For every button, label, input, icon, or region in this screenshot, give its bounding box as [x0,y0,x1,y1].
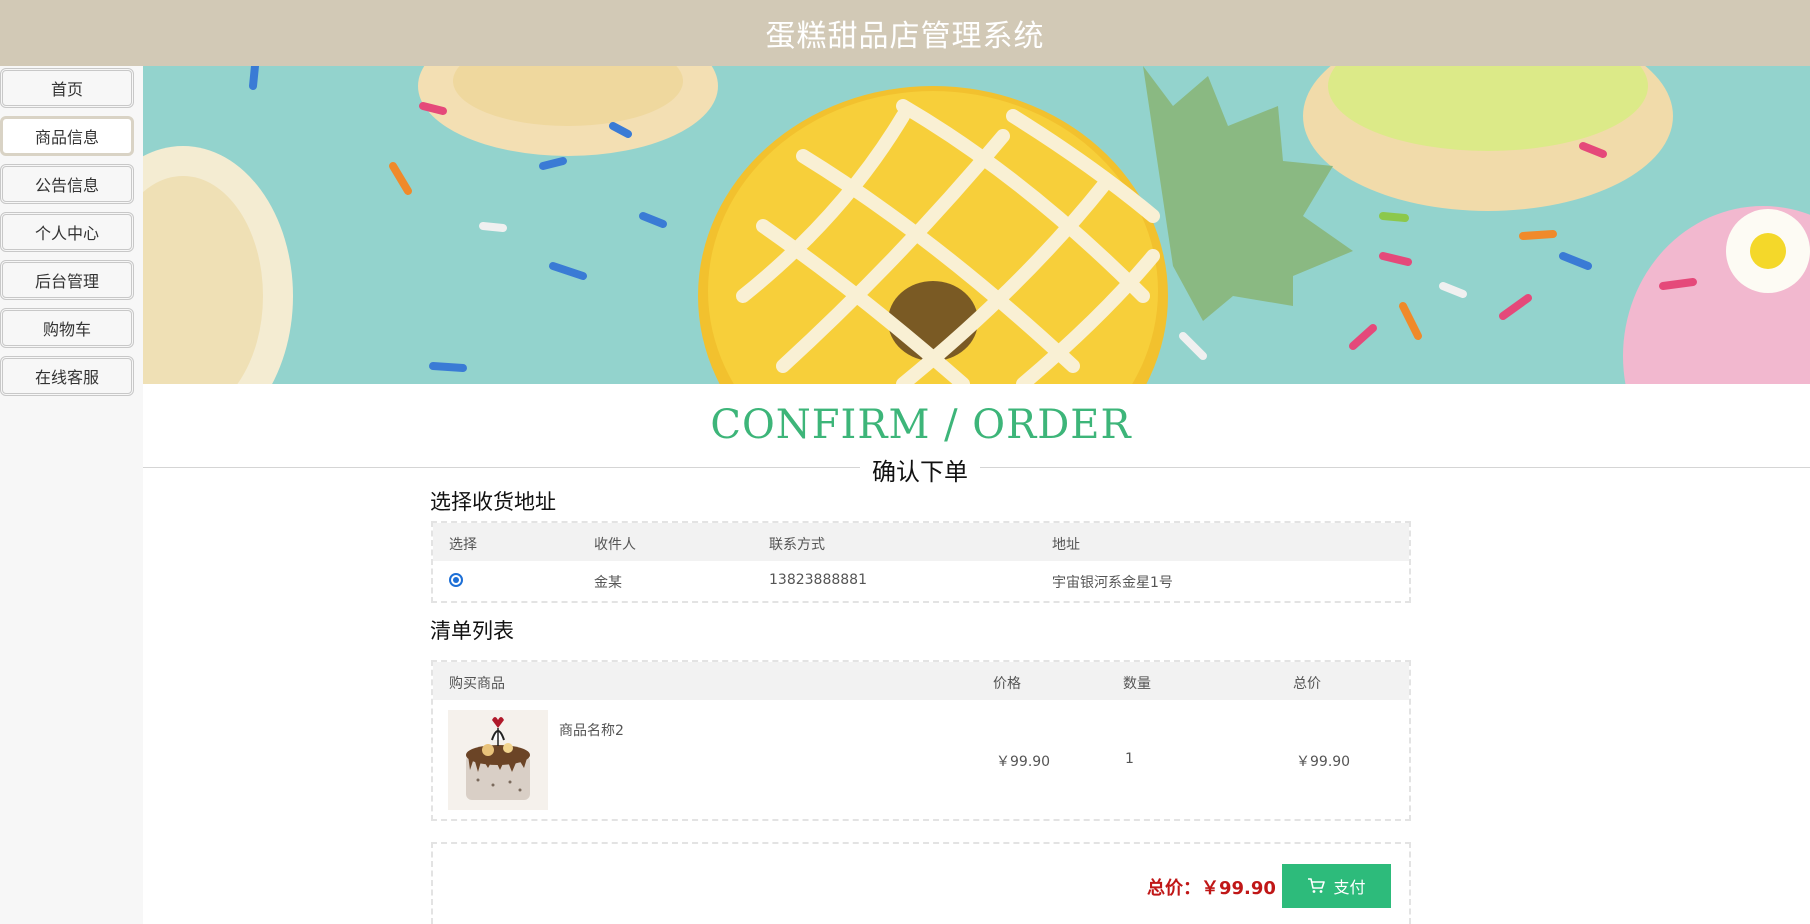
order-summary: 总价：￥99.90 支付 [431,842,1411,924]
pay-button[interactable]: 支付 [1282,864,1391,908]
sidebar-item-products[interactable]: 商品信息 [0,116,134,156]
page-title-en: CONFIRM / ORDER [710,402,1132,448]
sidebar-item-profile[interactable]: 个人中心 [0,212,134,252]
column-header-recipient: 收件人 [594,537,636,553]
column-header-address: 地址 [1052,537,1080,553]
pay-button-label: 支付 [1333,878,1366,897]
sidebar-item-cart[interactable]: 购物车 [0,308,134,348]
total-price-value: ￥99.90 [1201,878,1276,899]
address-table-header: 选择 收件人 联系方式 地址 [433,523,1409,561]
column-header-product: 购买商品 [449,676,505,692]
app-title: 蛋糕甜品店管理系统 [765,19,1045,54]
sidebar-item-announcements[interactable]: 公告信息 [0,164,134,204]
address-section-title: 选择收货地址 [430,490,556,514]
column-header-phone: 联系方式 [769,537,825,553]
address-table: 选择 收件人 联系方式 地址 金某 13823888881 宇宙银河系金星1号 [431,521,1411,603]
column-header-quantity: 数量 [1123,676,1151,692]
product-image[interactable] [448,710,548,810]
sidebar-item-admin[interactable]: 后台管理 [0,260,134,300]
sidebar-item-home[interactable]: 首页 [0,68,134,108]
donut-banner-illustration [143,66,1810,384]
items-table: 购买商品 价格 数量 总价 商品名称2 ￥99.90 1 ￥99.90 [431,660,1411,821]
product-quantity: 1 [1125,751,1134,767]
banner-image [143,66,1810,384]
product-name[interactable]: 商品名称2 [559,720,624,740]
cart-icon [1308,878,1326,893]
total-price-label: 总价： [1147,878,1201,899]
recipient-name: 金某 [594,575,622,591]
sidebar-item-support[interactable]: 在线客服 [0,356,134,396]
column-header-price: 价格 [993,676,1021,692]
address-radio[interactable] [449,573,463,587]
product-total: ￥99.90 [1296,754,1351,770]
cake-image [448,710,548,810]
total-price: 总价：￥99.90 [1147,874,1276,900]
recipient-phone: 13823888881 [769,572,867,588]
item-row: 商品名称2 ￥99.90 1 ￥99.90 [433,700,1409,820]
column-header-total: 总价 [1293,676,1321,692]
recipient-address: 宇宙银河系金星1号 [1052,575,1173,591]
items-section-title: 清单列表 [430,619,514,643]
app-header: 蛋糕甜品店管理系统 [0,0,1810,66]
address-row[interactable]: 金某 13823888881 宇宙银河系金星1号 [433,561,1409,601]
column-header-select: 选择 [449,537,477,553]
sidebar: 首页 商品信息 公告信息 个人中心 后台管理 购物车 在线客服 [0,66,143,924]
product-price: ￥99.90 [996,754,1051,770]
page-title-cn: 确认下单 [860,452,980,487]
items-table-header: 购买商品 价格 数量 总价 [433,662,1409,700]
